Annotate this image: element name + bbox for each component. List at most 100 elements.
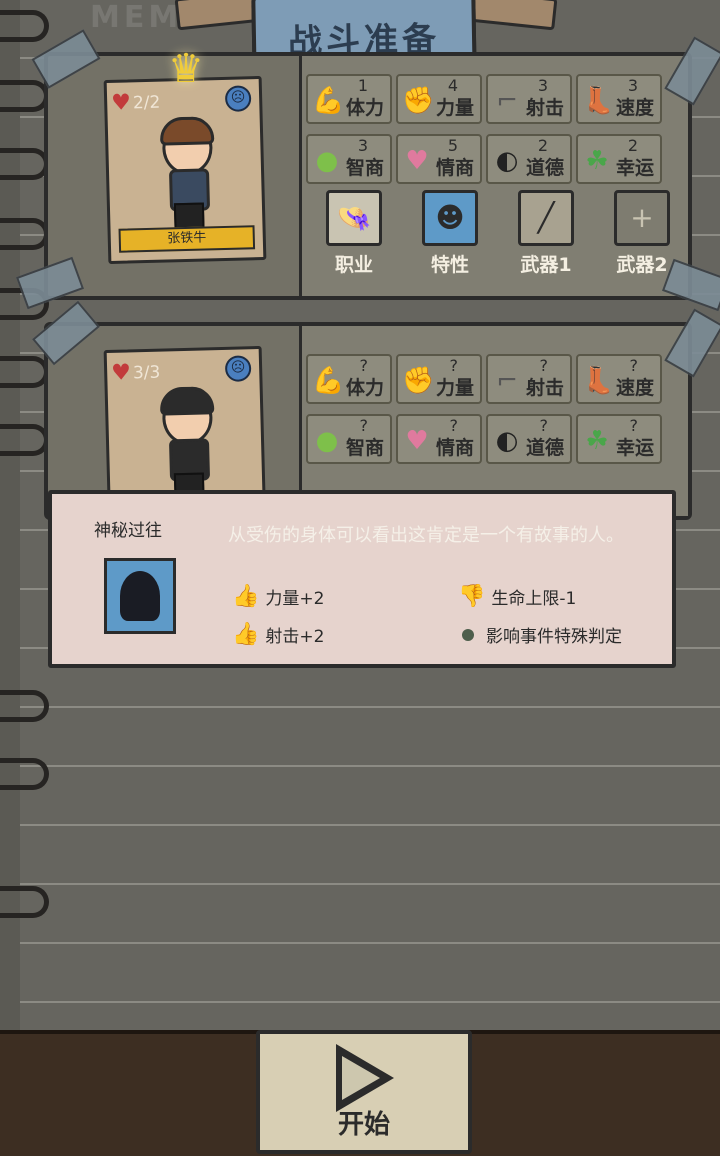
slot-weapon-1[interactable]: ╱ 武器1 [510,190,582,277]
stat-strength[interactable]: ✊ 4 力量 [396,74,482,124]
stat-morality[interactable]: ◐ 2 道德 [486,134,572,184]
heart-icon: ♥ [110,360,132,386]
stat-label: 体力 [345,377,384,399]
stat-luck[interactable]: ☘ ? 幸运 [576,414,662,464]
thumbs-up-icon: 👍 [232,622,260,647]
sad-face-icon: ☹ [224,85,252,112]
stat-label: 智商 [345,157,384,179]
binder-ring [0,424,49,456]
stat-stamina[interactable]: 💪 ? 体力 [306,354,392,404]
binder-ring [0,10,49,42]
binder-ring [0,80,49,112]
stat-luck[interactable]: ☘ 2 幸运 [576,134,662,184]
thumbs-up-icon: 👍 [232,584,260,609]
stat-grid: 💪 1 体力 ✊ 4 力量 ⌐ 3 射击 👢 3 速度 ● 3 智商 ♥ 5 情… [306,74,662,184]
clover-icon: ☘ [585,426,609,456]
slot-label: 职业 [334,254,373,276]
plus-icon: + [614,190,670,246]
effect-text: 生命上限-1 [491,589,577,609]
crowbar-icon: ╱ [518,190,574,246]
stat-morality[interactable]: ◐ ? 道德 [486,414,572,464]
mask-icon: ◐ [495,146,519,176]
effect-neutral: 影响事件特殊判定 [462,622,622,647]
character-card[interactable]: ♥ 2/2 ☹ 张铁牛 [103,75,267,265]
binder-ring [0,690,49,722]
stamina-icon: 💪 [312,86,345,116]
character-portrait [154,116,217,234]
character-name: 张铁牛 [118,225,256,253]
sad-face-icon: ☹ [224,355,252,382]
tooltip-title: 神秘过往 [94,521,162,541]
stat-stamina[interactable]: 💪 1 体力 [306,74,392,124]
watermark: MEM [90,0,183,35]
farmer-icon: 👒 [326,190,382,246]
slot-label: 武器1 [520,254,572,276]
shadow-figure-icon [104,558,176,634]
slot-label: 特性 [430,254,469,276]
stat-speed[interactable]: 👢 3 速度 [576,74,662,124]
stat-strength[interactable]: ✊ ? 力量 [396,354,482,404]
hp-display: ♥ 2/2 [111,90,161,116]
heart-icon: ♥ [405,426,429,456]
mask-icon: ◐ [495,426,519,456]
boot-icon: 👢 [582,86,615,116]
brain-icon: ● [315,146,339,176]
pistol-icon: ⌐ [496,366,518,396]
hp-display: ♥ 3/3 [111,360,161,386]
stat-label: 幸运 [615,437,654,459]
stat-shooting[interactable]: ⌐ 3 射击 [486,74,572,124]
strength-icon: ✊ [402,366,435,396]
heart-icon: ♥ [110,90,132,116]
stamina-icon: 💪 [312,366,345,396]
stat-label: 射击 [525,377,564,399]
stat-label: 情商 [435,157,474,179]
stat-grid: 💪 ? 体力 ✊ ? 力量 ⌐ ? 射击 👢 ? 速度 ● ? 智商 ♥ ? 情… [306,354,662,464]
effect-positive: 👍 力量+2 [232,584,324,609]
heart-icon: ♥ [405,146,429,176]
stat-label: 智商 [345,437,384,459]
stat-emotional[interactable]: ♥ 5 情商 [396,134,482,184]
pistol-icon: ⌐ [496,86,518,116]
character-panel-1[interactable]: ♥ 2/2 ☹ 张铁牛 ♛ 💪 1 体力 ✊ 4 力量 ⌐ 3 射击 👢 3 速… [44,46,692,300]
hp-value: 2/2 [132,92,161,113]
binder-ring [0,886,49,918]
binder-ring [0,758,49,790]
trait-tooltip: 神秘过往 从受伤的身体可以看出这肯定是一个有故事的人。 👍 力量+2 👍 射击+… [48,490,676,668]
stat-label: 道德 [525,157,564,179]
clover-icon: ☘ [585,146,609,176]
start-label: 开始 [337,1110,390,1140]
stat-label: 幸运 [615,157,654,179]
stat-emotional[interactable]: ♥ ? 情商 [396,414,482,464]
brain-icon: ● [315,426,339,456]
slot-trait[interactable]: ☻ 特性 [414,190,486,277]
start-button[interactable]: 开始 [256,1030,472,1154]
bullet-dot-icon [462,628,474,641]
stat-label: 速度 [615,377,654,399]
slot-weapon-2[interactable]: + 武器2 [606,190,678,277]
stat-label: 射击 [525,97,564,119]
slot-profession[interactable]: 👒 职业 [318,190,390,277]
hp-value: 3/3 [132,362,161,383]
stat-label: 体力 [345,97,384,119]
effect-negative: 👎 生命上限-1 [458,584,576,609]
equipment-slots: 👒 职业 ☻ 特性 ╱ 武器1 + 武器2 [318,190,678,277]
stat-shooting[interactable]: ⌐ ? 射击 [486,354,572,404]
stat-speed[interactable]: 👢 ? 速度 [576,354,662,404]
effect-text: 射击+2 [265,627,325,647]
binder-ring [0,218,49,250]
stat-intelligence[interactable]: ● 3 智商 [306,134,392,184]
tooltip-description: 从受伤的身体可以看出这肯定是一个有故事的人。 [228,525,624,546]
boot-icon: 👢 [582,366,615,396]
stat-label: 力量 [435,377,474,399]
stat-label: 道德 [525,437,564,459]
crown-icon: ♛ [168,46,204,92]
binder-ring [0,148,49,180]
effect-positive: 👍 射击+2 [232,622,324,647]
stat-intelligence[interactable]: ● ? 智商 [306,414,392,464]
thumbs-down-icon: 👎 [458,584,486,609]
effect-text: 力量+2 [265,589,325,609]
effect-text: 影响事件特殊判定 [486,627,622,647]
stat-label: 情商 [435,437,474,459]
shadow-figure-icon: ☻ [422,190,478,246]
stat-label: 力量 [435,97,474,119]
